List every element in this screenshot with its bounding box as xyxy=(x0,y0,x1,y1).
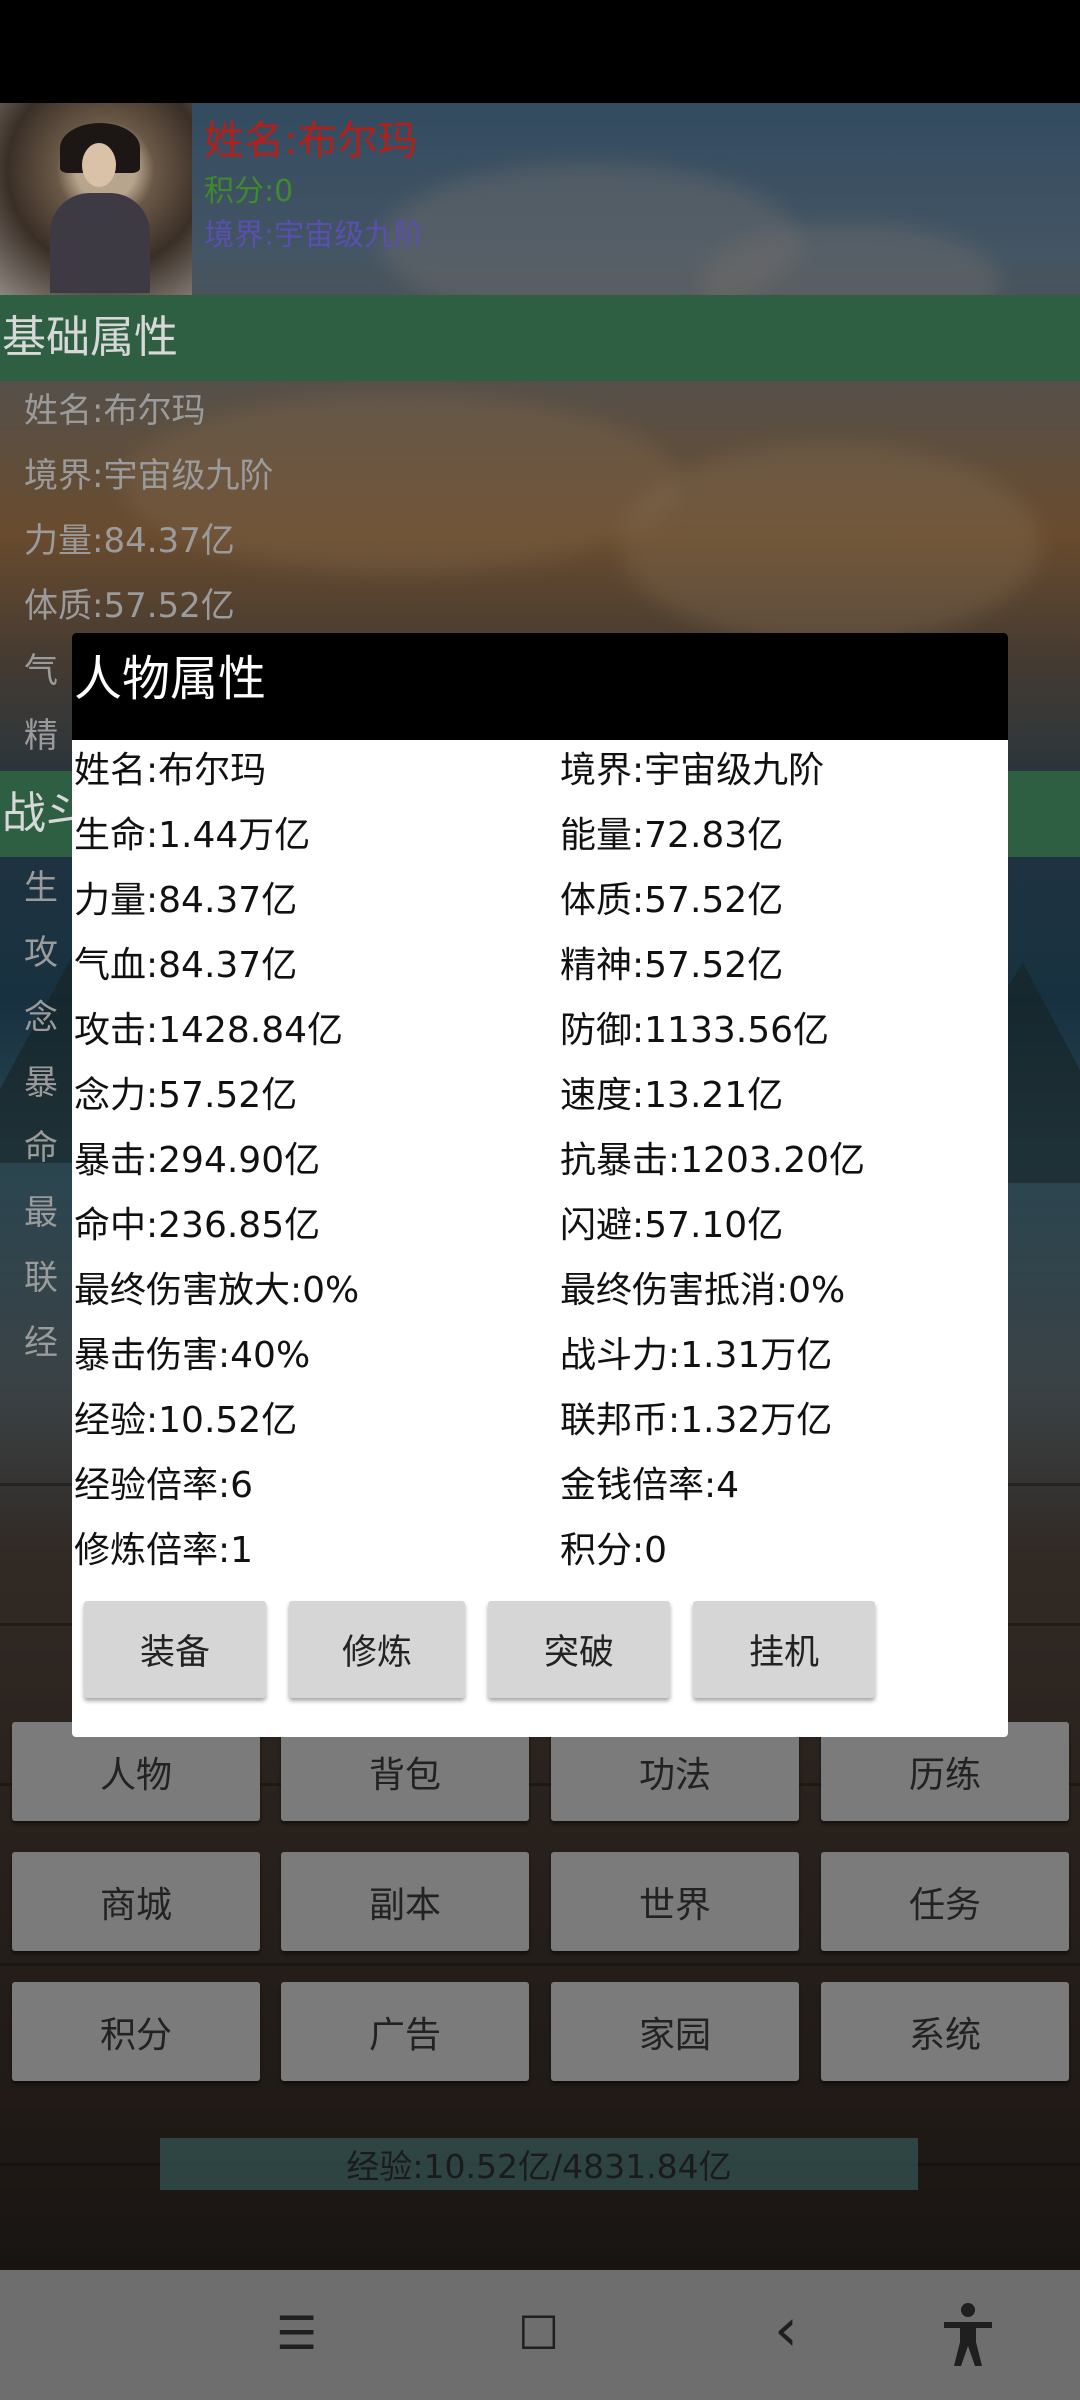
home-icon[interactable]: ☐ xyxy=(518,2310,559,2356)
menu-dungeon-button[interactable]: 副本 xyxy=(281,1852,529,1951)
attr-left: 修炼倍率:1 xyxy=(74,1530,254,1571)
battle-line: 念 xyxy=(24,998,58,1038)
attr-left: 力量:84.37亿 xyxy=(74,880,298,921)
navigation-bar: ☰ ☐ ‹ xyxy=(0,2270,1080,2400)
attr-left: 姓名:布尔玛 xyxy=(74,750,267,791)
basic-section-title: 基础属性 xyxy=(2,312,178,363)
dialog-title: 人物属性 xyxy=(72,633,1008,740)
attr-left: 暴击伤害:40% xyxy=(74,1335,311,1376)
attr-left: 生命:1.44万亿 xyxy=(74,815,311,856)
attr-left: 经验倍率:6 xyxy=(74,1465,254,1506)
menu-world-button[interactable]: 世界 xyxy=(551,1852,799,1951)
equipment-button[interactable]: 装备 xyxy=(84,1601,266,1698)
battle-line: 命 xyxy=(24,1128,58,1168)
idle-button[interactable]: 挂机 xyxy=(693,1601,875,1698)
basic-line: 气 xyxy=(24,651,58,691)
menu-tasks-button[interactable]: 任务 xyxy=(821,1852,1069,1951)
status-bar xyxy=(0,0,1080,103)
accessibility-icon[interactable] xyxy=(940,2302,996,2368)
basic-line: 力量:84.37亿 xyxy=(24,521,235,561)
battle-line: 生 xyxy=(24,868,58,908)
battle-line: 最 xyxy=(24,1193,58,1233)
breakthrough-button[interactable]: 突破 xyxy=(488,1601,670,1698)
menu-shop-button[interactable]: 商城 xyxy=(12,1852,260,1951)
menu-ads-button[interactable]: 广告 xyxy=(281,1982,529,2081)
attr-left: 暴击:294.90亿 xyxy=(74,1140,321,1181)
attr-right: 联邦币:1.32万亿 xyxy=(560,1400,833,1441)
attr-right: 抗暴击:1203.20亿 xyxy=(560,1140,865,1181)
header-realm: 境界:宇宙级九阶 xyxy=(204,218,425,253)
attr-right: 能量:72.83亿 xyxy=(560,815,784,856)
basic-line: 姓名:布尔玛 xyxy=(24,391,206,431)
cultivate-button[interactable]: 修炼 xyxy=(289,1601,465,1698)
character-avatar xyxy=(0,103,192,295)
attr-right: 最终伤害抵消:0% xyxy=(560,1270,846,1311)
basic-line: 体质:57.52亿 xyxy=(24,586,235,626)
menu-home-button[interactable]: 家园 xyxy=(551,1982,799,2081)
attr-left: 气血:84.37亿 xyxy=(74,945,298,986)
basic-line: 精 xyxy=(24,716,58,756)
attr-left: 命中:236.85亿 xyxy=(74,1205,321,1246)
experience-bar: 经验:10.52亿/4831.84亿 xyxy=(160,2138,918,2190)
attr-right: 精神:57.52亿 xyxy=(560,945,784,986)
attr-left: 念力:57.52亿 xyxy=(74,1075,298,1116)
attr-right: 防御:1133.56亿 xyxy=(560,1010,829,1051)
attr-left: 经验:10.52亿 xyxy=(74,1400,298,1441)
attr-right: 积分:0 xyxy=(560,1530,668,1571)
attr-right: 境界:宇宙级九阶 xyxy=(560,750,825,791)
menu-points-button[interactable]: 积分 xyxy=(12,1982,260,2081)
battle-line: 经 xyxy=(24,1323,58,1363)
attr-left: 攻击:1428.84亿 xyxy=(74,1010,343,1051)
battle-line: 攻 xyxy=(24,933,58,973)
basic-line: 境界:宇宙级九阶 xyxy=(24,456,274,496)
battle-line: 暴 xyxy=(24,1063,58,1103)
attr-right: 战斗力:1.31万亿 xyxy=(560,1335,833,1376)
attr-right: 闪避:57.10亿 xyxy=(560,1205,784,1246)
menu-icon[interactable]: ☰ xyxy=(276,2310,317,2356)
attr-right: 金钱倍率:4 xyxy=(560,1465,740,1506)
attr-right: 体质:57.52亿 xyxy=(560,880,784,921)
character-attributes-dialog: 人物属性 姓名:布尔玛 生命:1.44万亿 力量:84.37亿 气血:84.37… xyxy=(72,633,1008,1737)
header-score: 积分:0 xyxy=(204,174,294,209)
attr-right: 速度:13.21亿 xyxy=(560,1075,784,1116)
header-name: 姓名:布尔玛 xyxy=(204,118,418,164)
battle-line: 联 xyxy=(24,1258,58,1298)
menu-system-button[interactable]: 系统 xyxy=(821,1982,1069,2081)
attr-left: 最终伤害放大:0% xyxy=(74,1270,360,1311)
back-icon[interactable]: ‹ xyxy=(774,2300,798,2360)
